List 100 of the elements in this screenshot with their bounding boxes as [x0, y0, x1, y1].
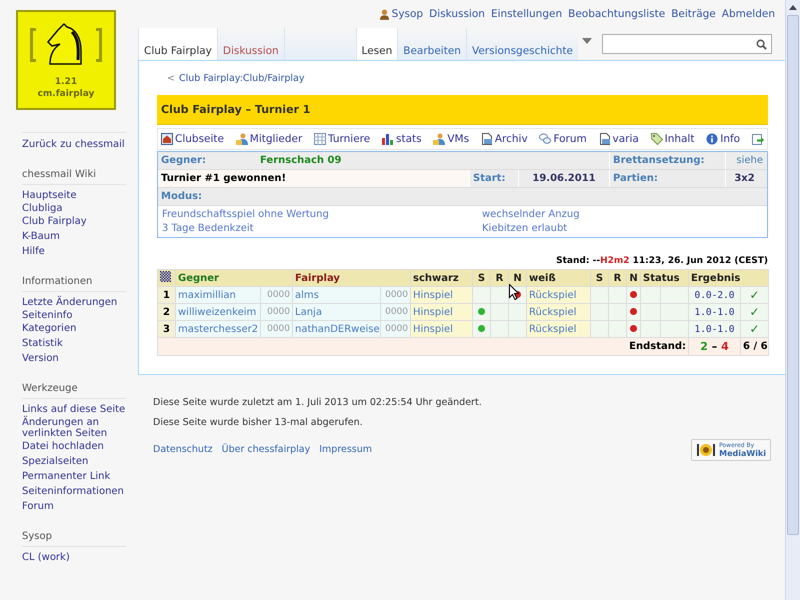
column-header: Ergebnis	[688, 270, 769, 286]
sidebar-link[interactable]: Spezialseiten	[22, 454, 138, 469]
document-icon	[480, 133, 493, 145]
bar-chart-icon	[382, 133, 394, 145]
start-date: 19.06.2011	[518, 170, 609, 187]
sidebar-link[interactable]: Seiteninformationen	[22, 484, 138, 499]
toolbar-link[interactable]: Mitglieder	[236, 133, 302, 145]
board-label: Brettansetzung:	[609, 152, 725, 169]
sidebar-link[interactable]: Änderungen an verlinkten Seiten	[22, 417, 138, 439]
toolbar-link[interactable]: Forum	[539, 133, 587, 145]
info-icon	[706, 133, 718, 145]
mode-text: Freundschaftsspiel ohne Wertung	[162, 209, 330, 220]
breadcrumb-link[interactable]: Club Fairplay:Club/Fairplay	[178, 73, 304, 84]
search-field[interactable]	[602, 34, 772, 54]
column-header: N	[626, 270, 641, 286]
sidebar-link[interactable]: Clubliga	[22, 203, 138, 214]
check-mark: ✓	[740, 286, 769, 304]
page-tab[interactable]: Club Fairplay	[138, 28, 217, 60]
opponent-label: Gegner:	[160, 155, 207, 166]
user-menu-link[interactable]: Abmelden	[722, 8, 775, 20]
mode-text: 3 Tage Bedenkzeit	[162, 223, 255, 234]
mouse-cursor-icon	[509, 284, 519, 300]
view-tab[interactable]: Versionsgeschichte	[466, 28, 578, 60]
sidebar-link[interactable]: Permanenter Link	[22, 469, 138, 484]
check-mark: ✓	[740, 304, 769, 320]
sidebar-link[interactable]: Zurück zu chessmail	[22, 137, 138, 152]
page-tab[interactable]: Diskussion	[216, 28, 284, 60]
rating-cell: 0000	[260, 286, 293, 304]
export-button[interactable]	[752, 133, 764, 145]
toolbar-link[interactable]: varia	[598, 133, 639, 145]
user-menu-link[interactable]: Sysop	[392, 8, 424, 20]
toolbar-link[interactable]: VMs	[433, 133, 470, 145]
column-header: schwarz	[410, 270, 473, 286]
toolbar-link[interactable]: stats	[382, 133, 422, 145]
sidebar-link[interactable]: Datei hochladen	[22, 439, 138, 454]
final-score: 2 – 4	[688, 338, 741, 356]
toolbar-link[interactable]: Archiv	[480, 133, 528, 145]
player-link[interactable]: Lanja	[295, 306, 322, 318]
user-menu-link[interactable]: Diskussion	[429, 8, 485, 20]
logo[interactable]: 1.21 cm.fairplay	[16, 10, 116, 110]
row-number: 3	[158, 320, 176, 338]
sidebar-link[interactable]: K-Baum	[22, 229, 138, 244]
column-header: S	[472, 270, 491, 286]
page-title: Club Fairplay – Turnier 1	[157, 95, 768, 125]
mode-text: Kiebitzen erlaubt	[482, 223, 568, 234]
sidebar-link[interactable]: CL (work)	[22, 550, 138, 565]
scroll-thumb[interactable]	[787, 15, 799, 535]
document-icon	[598, 133, 610, 145]
search-icon	[756, 38, 767, 50]
column-header: S	[590, 270, 609, 286]
column-header: N	[508, 270, 527, 286]
sidebar-heading: Informationen	[22, 276, 126, 292]
user-menu-link[interactable]: Beobachtungsliste	[568, 8, 666, 20]
toolbar-link[interactable]: Turniere	[314, 133, 370, 145]
sidebar-link[interactable]: Version	[22, 351, 138, 366]
house-icon	[161, 133, 173, 145]
view-tab[interactable]: Bearbeiten	[397, 28, 466, 60]
user-menu-link[interactable]: Einstellungen	[490, 8, 562, 20]
sidebar-link[interactable]: Letzte Änderungen	[22, 295, 138, 310]
caret-icon[interactable]	[582, 38, 592, 44]
board-link[interactable]: siehe	[725, 152, 767, 169]
export-icon	[752, 133, 764, 145]
speech-bubbles-icon	[539, 133, 552, 145]
sidebar-heading: Werkzeuge	[22, 383, 126, 399]
toolbar-link[interactable]: Info	[706, 133, 740, 145]
sidebar-link[interactable]: Forum	[22, 499, 138, 514]
rating-cell: 0000	[380, 286, 411, 304]
view-tab[interactable]: Lesen	[356, 28, 398, 60]
sidebar-link[interactable]: Hauptseite	[22, 188, 138, 203]
sidebar-link[interactable]: Hilfe	[22, 244, 138, 259]
user-menu-link[interactable]: Beiträge	[671, 8, 716, 20]
sidebar-link[interactable]: Statistik	[22, 336, 138, 351]
start-label: Start:	[469, 170, 518, 187]
footer-link[interactable]: Über chessfairplay	[222, 444, 310, 454]
opponent-name: Fernschach 09	[260, 155, 342, 166]
result-cell: 0.0-2.0	[688, 286, 741, 304]
footer-link[interactable]: Impressum	[319, 444, 372, 454]
people-icon	[433, 133, 446, 145]
version-label: 1.21	[54, 76, 78, 88]
scrollbar[interactable]	[785, 0, 800, 600]
player-link[interactable]: alms	[295, 290, 319, 300]
toolbar-link[interactable]: Inhalt	[650, 133, 694, 145]
footer-link[interactable]: Datenschutz	[153, 444, 213, 454]
column-header: R	[490, 270, 509, 286]
result-cell: 1.0-1.0	[688, 320, 741, 338]
tournament-result: Turnier #1 gewonnen!	[158, 170, 469, 187]
rating-cell: 0000	[380, 304, 411, 320]
sidebar-link[interactable]: Links auf diese Seite	[22, 402, 138, 417]
row-number: 2	[158, 304, 176, 320]
toolbar-link[interactable]: Clubseite	[161, 133, 224, 145]
sidebar-link[interactable]: Kategorien	[22, 321, 138, 336]
final-label: Endstand:	[158, 338, 689, 356]
sidebar-link[interactable]: Seiteninfo	[22, 310, 138, 321]
row-number: 1	[158, 286, 176, 304]
sidebar-link[interactable]: Club Fairplay	[22, 214, 138, 229]
sidebar-heading: chessmail Wiki	[22, 169, 126, 185]
mode-label: Modus:	[160, 191, 202, 202]
people-icon	[236, 133, 248, 145]
sunflower-icon	[696, 442, 716, 458]
tag-icon	[650, 133, 663, 145]
